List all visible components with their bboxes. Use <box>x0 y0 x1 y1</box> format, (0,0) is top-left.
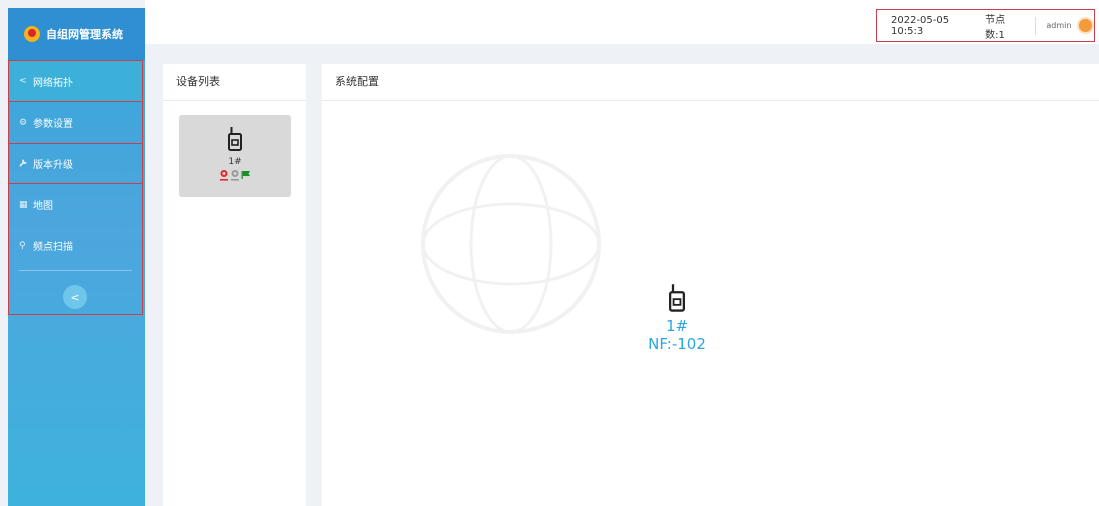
gray-pin-icon <box>231 170 239 181</box>
username-text[interactable]: admin <box>1046 21 1071 30</box>
app-brand: 自组网管理系统 <box>8 8 145 60</box>
sidebar-item-label: 网络拓扑 <box>33 77 73 89</box>
sidebar-item-label: 版本升级 <box>33 160 73 171</box>
status-bar: 2022-05-05 10:5:3 节点数:1 admin <box>876 9 1095 42</box>
node-nf: NF:-102 <box>648 335 706 353</box>
sidebar-item-scan[interactable]: ⚲ 频点扫描 <box>9 225 142 266</box>
system-config-panel: 系统配置 1# NF:-102 <box>322 64 1099 506</box>
device-card[interactable]: 1# <box>179 115 291 197</box>
sidebar-item-upgrade[interactable]: 版本升级 <box>9 143 142 184</box>
radio-device-icon <box>669 284 685 312</box>
top-header: 2022-05-05 10:5:3 节点数:1 admin <box>145 0 1099 44</box>
device-name: 1# <box>228 157 242 167</box>
topology-node[interactable]: 1# NF:-102 <box>632 282 722 353</box>
flag-icon <box>241 171 250 179</box>
divider <box>1035 16 1037 35</box>
node-count-text: 节点数:1 <box>985 14 1006 41</box>
wrench-icon <box>19 158 29 170</box>
watermark-globe-icon <box>421 154 601 334</box>
radio-device-icon <box>228 127 242 151</box>
node-name: 1# <box>665 317 689 335</box>
sidebar-menu: < 网络拓扑 ⚙ 参数设置 版本升级 ▦ 地图 ⚲ 频点扫描 < <box>8 60 143 315</box>
sidebar-item-label: 地图 <box>33 201 53 212</box>
app-title: 自组网管理系统 <box>46 28 123 41</box>
sidebar-item-settings[interactable]: ⚙ 参数设置 <box>9 102 142 143</box>
panel-title: 系统配置 <box>322 64 1099 101</box>
map-icon: ▦ <box>19 199 28 210</box>
avatar[interactable] <box>1077 17 1095 34</box>
location-pin-icon <box>220 170 228 181</box>
search-icon: ⚲ <box>19 240 26 251</box>
sidebar-item-label: 频点扫描 <box>33 242 73 253</box>
device-status-icons <box>179 169 291 181</box>
sidebar-item-label: 参数设置 <box>33 119 73 130</box>
logo-icon <box>24 26 40 42</box>
sidebar-item-topology[interactable]: < 网络拓扑 <box>9 61 142 102</box>
datetime-text: 2022-05-05 10:5:3 <box>891 14 950 37</box>
sidebar-item-map[interactable]: ▦ 地图 <box>9 184 142 225</box>
collapse-sidebar-button[interactable]: < <box>63 285 87 309</box>
sidebar: 自组网管理系统 < 网络拓扑 ⚙ 参数设置 版本升级 ▦ 地图 ⚲ 频点扫描 < <box>8 8 145 506</box>
share-icon: < <box>19 76 27 86</box>
menu-divider <box>19 270 132 271</box>
gear-icon: ⚙ <box>19 117 28 128</box>
panel-title: 设备列表 <box>163 64 306 101</box>
device-list-panel: 设备列表 1# <box>163 64 306 506</box>
